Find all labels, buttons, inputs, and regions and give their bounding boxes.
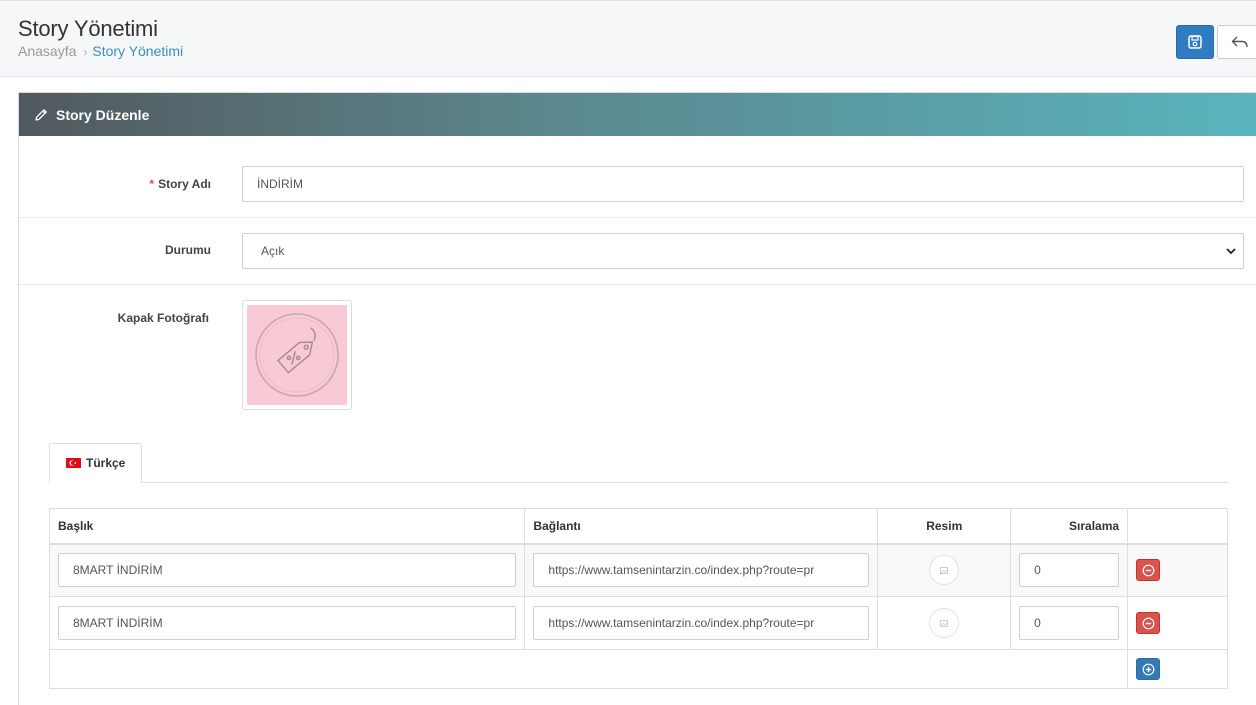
required-mark: *	[149, 177, 155, 191]
table-row: 8MART İNDİRİM https://www.tamsenintarzin…	[48, 596, 1228, 650]
back-button[interactable]	[1217, 25, 1256, 59]
status-row: Durumu Açık	[19, 218, 1256, 285]
column-header-title: Başlık	[48, 508, 526, 545]
story-name-label: * Story Adı	[149, 177, 211, 191]
status-label: Durumu	[165, 243, 211, 257]
plus-circle-icon	[1142, 663, 1154, 675]
table-footer-row	[48, 649, 1228, 689]
minus-circle-icon	[1142, 564, 1154, 577]
row-order-input[interactable]: 0	[1019, 553, 1120, 588]
column-header-actions	[1127, 508, 1228, 545]
panel-title: Story Düzenle	[56, 106, 150, 123]
breadcrumb-separator: ›	[83, 45, 88, 59]
image-placeholder-icon	[940, 566, 949, 574]
floppy-disk-icon	[1188, 35, 1202, 49]
row-link-input[interactable]: https://www.tamsenintarzin.co/index.php?…	[533, 606, 870, 640]
remove-row-button[interactable]	[1136, 612, 1161, 634]
breadcrumb-home-link[interactable]: Anasayfa	[18, 43, 76, 59]
row-link-input[interactable]: https://www.tamsenintarzin.co/index.php?…	[533, 553, 870, 588]
row-order-input[interactable]: 0	[1019, 606, 1120, 640]
tab-turkish[interactable]: Türkçe	[49, 443, 142, 483]
add-row-button[interactable]	[1136, 658, 1161, 680]
page-header: Story Yönetimi Anasayfa › Story Yönetimi	[0, 0, 1256, 77]
row-image-picker[interactable]	[929, 608, 960, 638]
breadcrumb: Anasayfa › Story Yönetimi	[18, 43, 183, 59]
story-name-row: * Story Adı İNDİRİM	[19, 136, 1256, 218]
column-header-link: Bağlantı	[524, 508, 879, 545]
table-row: 8MART İNDİRİM https://www.tamsenintarzin…	[48, 543, 1228, 597]
reply-arrow-icon	[1231, 36, 1248, 48]
price-tag-icon	[255, 313, 339, 397]
row-title-input[interactable]: 8MART İNDİRİM	[58, 606, 517, 640]
image-placeholder-icon	[940, 619, 949, 627]
column-header-order: Sıralama	[1010, 508, 1129, 545]
row-title-input[interactable]: 8MART İNDİRİM	[58, 553, 517, 588]
cover-image-thumbnail[interactable]	[242, 300, 352, 410]
story-items-table: Başlık Bağlantı Resim Sıralama 8MART İND…	[48, 508, 1228, 689]
minus-circle-icon	[1142, 617, 1154, 629]
row-image-picker[interactable]	[929, 555, 960, 586]
remove-row-button[interactable]	[1136, 559, 1161, 582]
status-select[interactable]: Açık	[242, 233, 1244, 269]
page-title: Story Yönetimi	[18, 16, 158, 41]
chevron-down-icon	[1226, 248, 1236, 255]
column-header-image: Resim	[877, 508, 1012, 545]
save-button[interactable]	[1176, 25, 1214, 59]
cover-image	[247, 305, 347, 405]
pencil-icon	[35, 108, 47, 121]
story-name-input[interactable]: İNDİRİM	[242, 166, 1244, 202]
turkey-flag-icon	[66, 458, 81, 468]
cover-label: Kapak Fotoğrafı	[117, 311, 209, 325]
breadcrumb-current[interactable]: Story Yönetimi	[92, 43, 183, 59]
panel-heading: Story Düzenle	[19, 93, 1256, 136]
language-tabs: Türkçe	[49, 443, 1228, 483]
